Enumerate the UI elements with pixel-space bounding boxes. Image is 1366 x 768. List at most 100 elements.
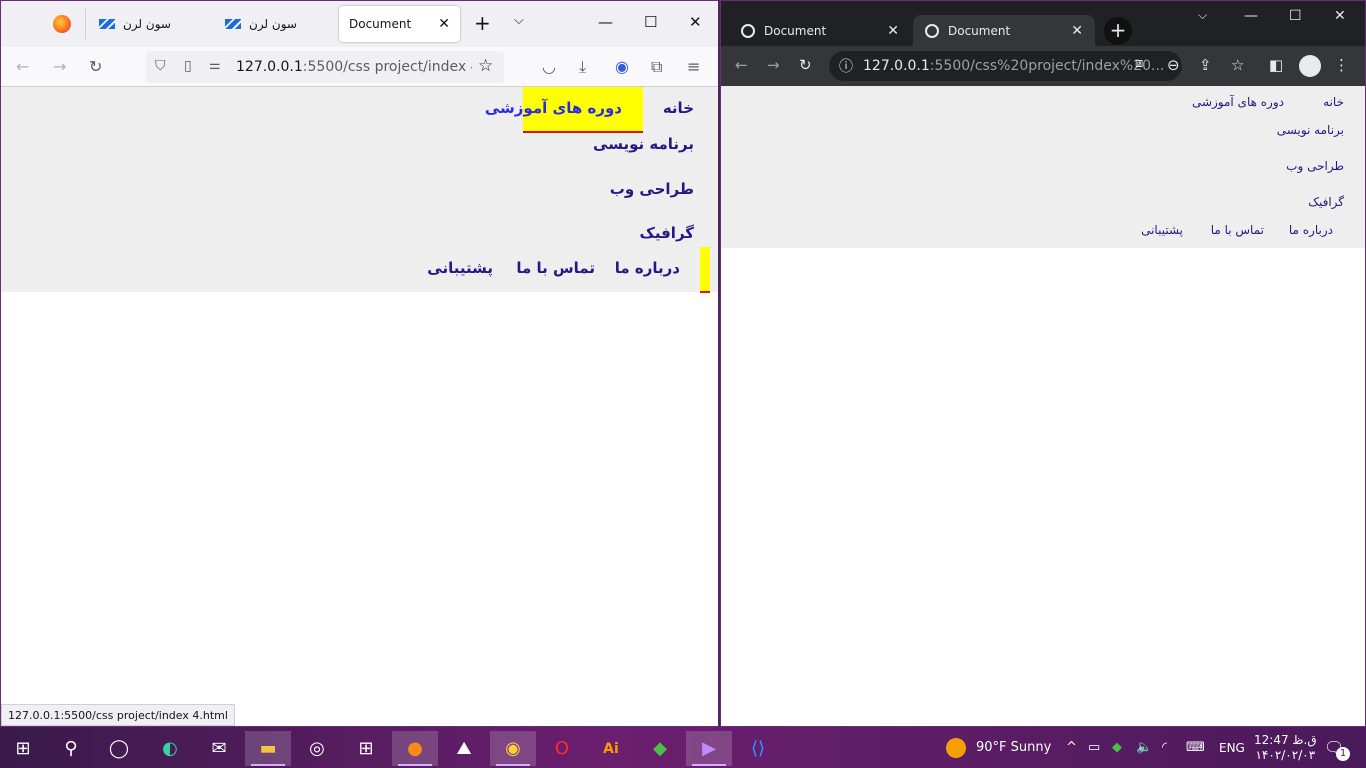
visual-studio-icon[interactable]: ▶	[686, 731, 732, 766]
permissions-icon[interactable]: ⚌	[209, 58, 221, 73]
close-tab-icon[interactable]: ✕	[438, 16, 450, 32]
firefox-tab-3[interactable]: Document ✕	[339, 6, 460, 42]
chrome-icon[interactable]: ◉	[490, 731, 536, 766]
zoom-icon[interactable]: ⊖	[1167, 56, 1180, 74]
nav-home[interactable]: خانه	[1323, 95, 1344, 109]
vscode-icon[interactable]: ⟨⟩	[735, 731, 781, 766]
reload-icon[interactable]: ↻	[89, 57, 102, 76]
battery-icon[interactable]: ▭	[1088, 727, 1100, 768]
bookmark-star-icon[interactable]: ☆	[1231, 56, 1244, 74]
firefox-tab-1[interactable]: سون لرن	[89, 6, 205, 42]
opera-icon[interactable]: O	[539, 731, 585, 766]
site-info-icon[interactable]: ⓘ	[839, 56, 853, 76]
tab-search-chevron-icon[interactable]: ⌵	[1198, 8, 1207, 23]
chrome-window: Document ✕ Document ✕ + ⌵ — ☐ ✕ ← → ↻ ⓘ …	[720, 0, 1366, 727]
nav-courses[interactable]: دوره های آموزشی	[1192, 95, 1284, 109]
nav-contact[interactable]: تماس با ما	[516, 259, 595, 277]
media-player-icon[interactable]: ◎	[294, 731, 340, 766]
close-window-icon[interactable]: ✕	[689, 13, 702, 31]
nav-support[interactable]: پشتیبانی	[427, 259, 493, 277]
menu-icon[interactable]: ≡	[687, 57, 700, 76]
pocket-icon[interactable]: ◡	[542, 57, 556, 76]
translate-icon[interactable]: ⧈	[1135, 56, 1143, 71]
close-tab-icon[interactable]: ✕	[1071, 23, 1083, 39]
cortana-icon[interactable]: ◯	[96, 731, 142, 766]
reload-icon[interactable]: ↻	[799, 56, 812, 74]
side-panel-icon[interactable]: ◧	[1269, 56, 1283, 74]
chrome-tab-1[interactable]: Document ✕	[729, 15, 911, 46]
search-icon[interactable]: ⚲	[48, 731, 94, 766]
submenu-webdesign[interactable]: طراحی وب	[610, 180, 694, 198]
idm-tray-icon[interactable]: ◆	[1112, 727, 1122, 768]
chrome-tab-bar: Document ✕ Document ✕ + ⌵ — ☐ ✕	[721, 1, 1365, 46]
list-tabs-chevron-icon[interactable]: ⌵	[514, 13, 524, 28]
file-explorer-icon[interactable]: ▬	[245, 731, 291, 766]
firefox-tab-2[interactable]: سون لرن	[215, 6, 331, 42]
minimize-icon[interactable]: —	[598, 13, 613, 31]
tab-title: سون لرن	[249, 17, 297, 31]
url-text[interactable]: 127.0.0.1:5500/css project/index 4.htm	[236, 59, 472, 75]
wifi-icon[interactable]: ◜	[1162, 727, 1167, 768]
submenu-graphic[interactable]: گرافیک	[1308, 195, 1344, 209]
page-icon[interactable]: ▯	[184, 58, 192, 74]
firefox-view-icon[interactable]	[53, 15, 71, 33]
nav-courses[interactable]: دوره های آموزشی	[485, 99, 622, 117]
submenu-graphic[interactable]: گرافیک	[640, 224, 695, 242]
tab-title: سون لرن	[123, 17, 171, 31]
mail-icon[interactable]: ✉	[196, 731, 242, 766]
omnibox[interactable]: ⓘ 127.0.0.1:5500/css%20project/index%20.…	[829, 51, 1182, 81]
tab-title: Document	[764, 23, 827, 38]
close-tab-icon[interactable]: ✕	[887, 23, 899, 39]
share-icon[interactable]: ⇪	[1199, 56, 1212, 74]
volume-icon[interactable]: 🔈	[1136, 727, 1152, 768]
maximize-icon[interactable]: ☐	[1289, 8, 1302, 24]
forward-icon[interactable]: →	[767, 56, 780, 74]
minimize-icon[interactable]: —	[1244, 8, 1258, 24]
start-windows-icon[interactable]: ⊞	[0, 731, 46, 766]
globe-icon	[741, 23, 755, 38]
store-icon[interactable]: ⊞	[343, 731, 389, 766]
new-tab-icon[interactable]: +	[1104, 17, 1132, 45]
nav-contact[interactable]: تماس با ما	[1211, 223, 1264, 237]
nav-about[interactable]: درباره ما	[615, 259, 680, 277]
clock[interactable]: 12:47 ق.ظ ۱۴۰۲/۰۲/۰۳	[1254, 727, 1317, 768]
bookmark-star-icon[interactable]: ☆	[478, 56, 493, 76]
notification-center-icon[interactable]: 🗨 1	[1324, 727, 1350, 768]
shield-icon[interactable]: ⛉	[155, 58, 166, 74]
extension-icon[interactable]: ◉	[615, 57, 629, 76]
url-text[interactable]: 127.0.0.1:5500/css%20project/index%20...	[863, 58, 1164, 74]
chrome-tab-2[interactable]: Document ✕	[913, 15, 1095, 46]
maximize-icon[interactable]: ☐	[644, 13, 657, 31]
url-host: 127.0.0.1	[236, 59, 303, 75]
weather-widget[interactable]: 90°F Sunny	[946, 727, 1051, 768]
nav-support[interactable]: پشتیبانی	[1141, 223, 1183, 237]
illustrator-icon[interactable]: Ai	[588, 731, 634, 766]
nav-home[interactable]: خانه	[663, 99, 694, 117]
submenu-programming[interactable]: برنامه نویسی	[593, 135, 694, 153]
url-path: :5500/css project/index 4.htm	[302, 59, 472, 75]
back-icon[interactable]: ←	[735, 56, 748, 74]
language-indicator[interactable]: ENG	[1219, 727, 1245, 768]
weather-text: 90°F Sunny	[976, 740, 1052, 755]
idm-icon[interactable]: ◆	[637, 731, 683, 766]
address-bar[interactable]: ⛉ ▯ ⚌ 127.0.0.1:5500/css project/index 4…	[146, 51, 504, 83]
firefox-tab-bar: سون لرن سون لرن Document ✕ + ⌵ — ☐ ✕	[1, 1, 718, 47]
nav-menu: خانه دوره های آموزشی برنامه نویسی طراحی …	[1, 87, 718, 293]
time-text: 12:47 ق.ظ	[1254, 732, 1317, 747]
more-menu-icon[interactable]: ⋮	[1334, 56, 1349, 74]
forward-icon[interactable]: →	[53, 57, 66, 76]
tray-chevron-icon[interactable]: ^	[1066, 727, 1077, 768]
keyboard-icon[interactable]: ⌨	[1186, 727, 1205, 768]
submenu-webdesign[interactable]: طراحی وب	[1286, 159, 1344, 173]
submenu-programming[interactable]: برنامه نویسی	[1277, 123, 1344, 137]
back-icon[interactable]: ←	[16, 57, 29, 76]
profile-avatar-icon[interactable]	[1299, 55, 1321, 77]
photos-icon[interactable]: ⛰	[441, 731, 487, 766]
new-tab-icon[interactable]: +	[474, 11, 491, 35]
edge-icon[interactable]: ◐	[147, 731, 193, 766]
extensions-puzzle-icon[interactable]: ⧉	[651, 57, 662, 77]
nav-about[interactable]: درباره ما	[1289, 223, 1333, 237]
downloads-icon[interactable]: ⤓	[579, 57, 586, 77]
firefox-icon[interactable]: ●	[392, 731, 438, 766]
close-window-icon[interactable]: ✕	[1334, 8, 1346, 24]
